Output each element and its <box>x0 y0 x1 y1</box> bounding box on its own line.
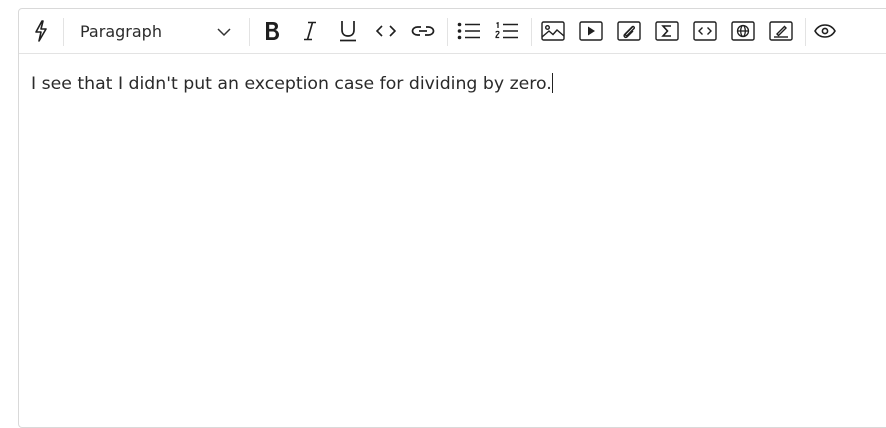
italic-button[interactable] <box>297 9 323 53</box>
insert-image-button[interactable] <box>539 9 567 53</box>
insert-attachment-button[interactable] <box>615 9 643 53</box>
code-icon <box>376 24 396 38</box>
toolbar-divider <box>805 18 806 46</box>
toolbar-divider <box>447 18 448 46</box>
code-block-icon <box>693 21 717 41</box>
insert-drawing-button[interactable] <box>767 9 795 53</box>
insert-video-button[interactable] <box>577 9 605 53</box>
insert-math-button[interactable] <box>653 9 681 53</box>
text-caret <box>551 73 553 93</box>
play-icon <box>579 21 603 41</box>
bold-button[interactable] <box>259 9 285 53</box>
globe-icon <box>731 21 755 41</box>
numbered-list-icon <box>495 22 519 40</box>
pen-icon <box>769 21 793 41</box>
paragraph-text: I see that I didn't put an exception cas… <box>31 74 552 94</box>
bullet-list-icon <box>457 22 481 40</box>
magic-button[interactable] <box>29 9 53 53</box>
preview-button[interactable] <box>811 9 839 53</box>
underline-button[interactable] <box>335 9 361 53</box>
lightning-icon <box>33 20 49 42</box>
editor-toolbar: Paragraph <box>19 9 886 54</box>
italic-icon <box>303 21 317 41</box>
bullet-list-button[interactable] <box>455 9 483 53</box>
sigma-icon <box>655 21 679 41</box>
rich-text-editor: Paragraph I see that I didn't put an exc… <box>18 8 886 428</box>
image-icon <box>541 21 565 41</box>
inline-code-button[interactable] <box>373 9 399 53</box>
block-format-select[interactable]: Paragraph <box>69 9 243 53</box>
toolbar-divider <box>249 18 250 46</box>
underline-icon <box>339 20 357 42</box>
toolbar-divider <box>63 18 64 46</box>
link-button[interactable] <box>409 9 437 53</box>
insert-code-block-button[interactable] <box>691 9 719 53</box>
bold-icon <box>264 21 280 41</box>
link-icon <box>411 24 435 38</box>
chevron-down-icon <box>217 24 231 42</box>
paperclip-icon <box>617 21 641 41</box>
eye-icon <box>814 24 836 38</box>
numbered-list-button[interactable] <box>493 9 521 53</box>
toolbar-divider <box>531 18 532 46</box>
insert-embed-button[interactable] <box>729 9 757 53</box>
block-format-label: Paragraph <box>80 22 162 41</box>
editor-content[interactable]: I see that I didn't put an exception cas… <box>31 73 886 94</box>
